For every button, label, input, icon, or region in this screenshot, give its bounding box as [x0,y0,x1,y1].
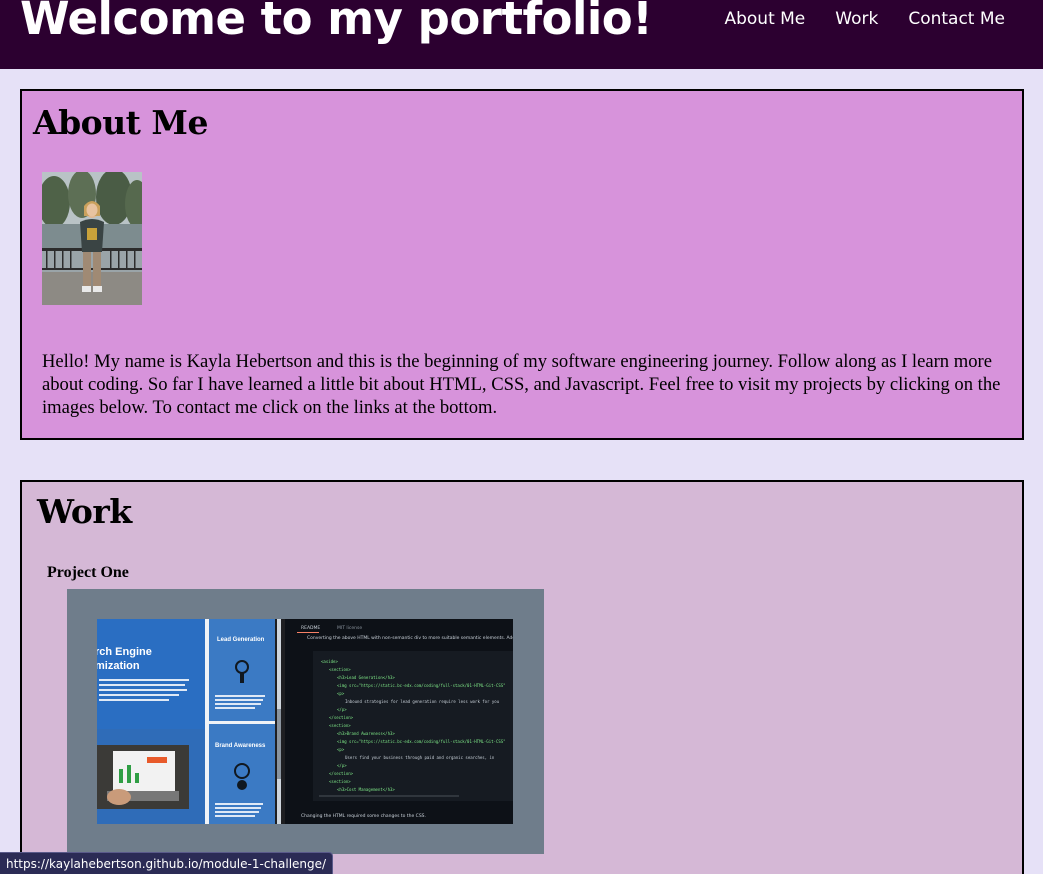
about-heading: About Me [33,103,208,142]
svg-text:<img src="https://static.bc-ed: <img src="https://static.bc-edx.com/codi… [337,739,506,744]
link-status-bar: https://kaylahebertson.github.io/module-… [0,852,334,874]
svg-text:<section>: <section> [329,723,351,728]
about-section: About Me Hello! My name is Kayla Heberts… [20,89,1024,440]
svg-text:<h3>Lead Generation</h3>: <h3>Lead Generation</h3> [337,675,395,680]
main-nav: About Me Work Contact Me [724,9,1005,29]
project-one-screenshot: rch Engine mization Lead Generation Bran… [97,619,513,824]
page-title: Welcome to my portfolio! [20,0,653,45]
svg-text:<img src="https://static.bc-ed: <img src="https://static.bc-edx.com/codi… [337,683,506,688]
profile-photo-image [42,172,142,305]
screenshot-card-title-line2: mization [97,660,140,672]
svg-text:<aside>: <aside> [321,659,338,664]
screenshot-license-tab: MIT license [337,625,362,631]
svg-text:<h3>Brand Awareness</h3>: <h3>Brand Awareness</h3> [337,731,395,736]
project-one-link[interactable]: rch Engine mization Lead Generation Bran… [67,589,544,854]
project-one-title: Project One [47,564,129,581]
svg-text:<p>: <p> [337,691,345,696]
work-heading: Work [37,492,132,531]
screenshot-readme-footer: Changing the HTML required some changes … [301,813,426,819]
svg-text:</section>: </section> [329,771,354,776]
svg-text:Inbound strategies for lead ge: Inbound strategies for lead generation r… [345,699,500,704]
svg-text:<p>: <p> [337,747,345,752]
screenshot-readme-tab: README [301,625,320,631]
svg-text:</section>: </section> [329,715,354,720]
svg-text:</p>: </p> [337,707,347,712]
project-one-screenshot-image: rch Engine mization Lead Generation Bran… [97,619,513,824]
screenshot-brand-awareness: Brand Awareness [215,743,266,749]
screenshot-card-title-line1: rch Engine [97,646,152,658]
nav-link-work[interactable]: Work [835,9,878,29]
svg-text:</p>: </p> [337,763,347,768]
svg-text:<h3>Cost Management</h3>: <h3>Cost Management</h3> [337,787,395,792]
screenshot-readme-intro: Converting the above HTML with non-seman… [307,635,513,641]
svg-text:<section>: <section> [329,667,351,672]
about-text: Hello! My name is Kayla Hebertson and th… [42,351,1001,418]
work-section: Work Project One rch Engine mization Lea… [20,480,1024,874]
nav-link-contact-me[interactable]: Contact Me [908,9,1005,29]
svg-text:Users find your business throu: Users find your business through paid an… [345,755,495,760]
site-header: Welcome to my portfolio! About Me Work C… [0,0,1043,69]
nav-link-about-me[interactable]: About Me [724,9,805,29]
svg-text:<section>: <section> [329,779,351,784]
profile-photo [42,172,142,305]
screenshot-lead-generation: Lead Generation [217,637,265,643]
